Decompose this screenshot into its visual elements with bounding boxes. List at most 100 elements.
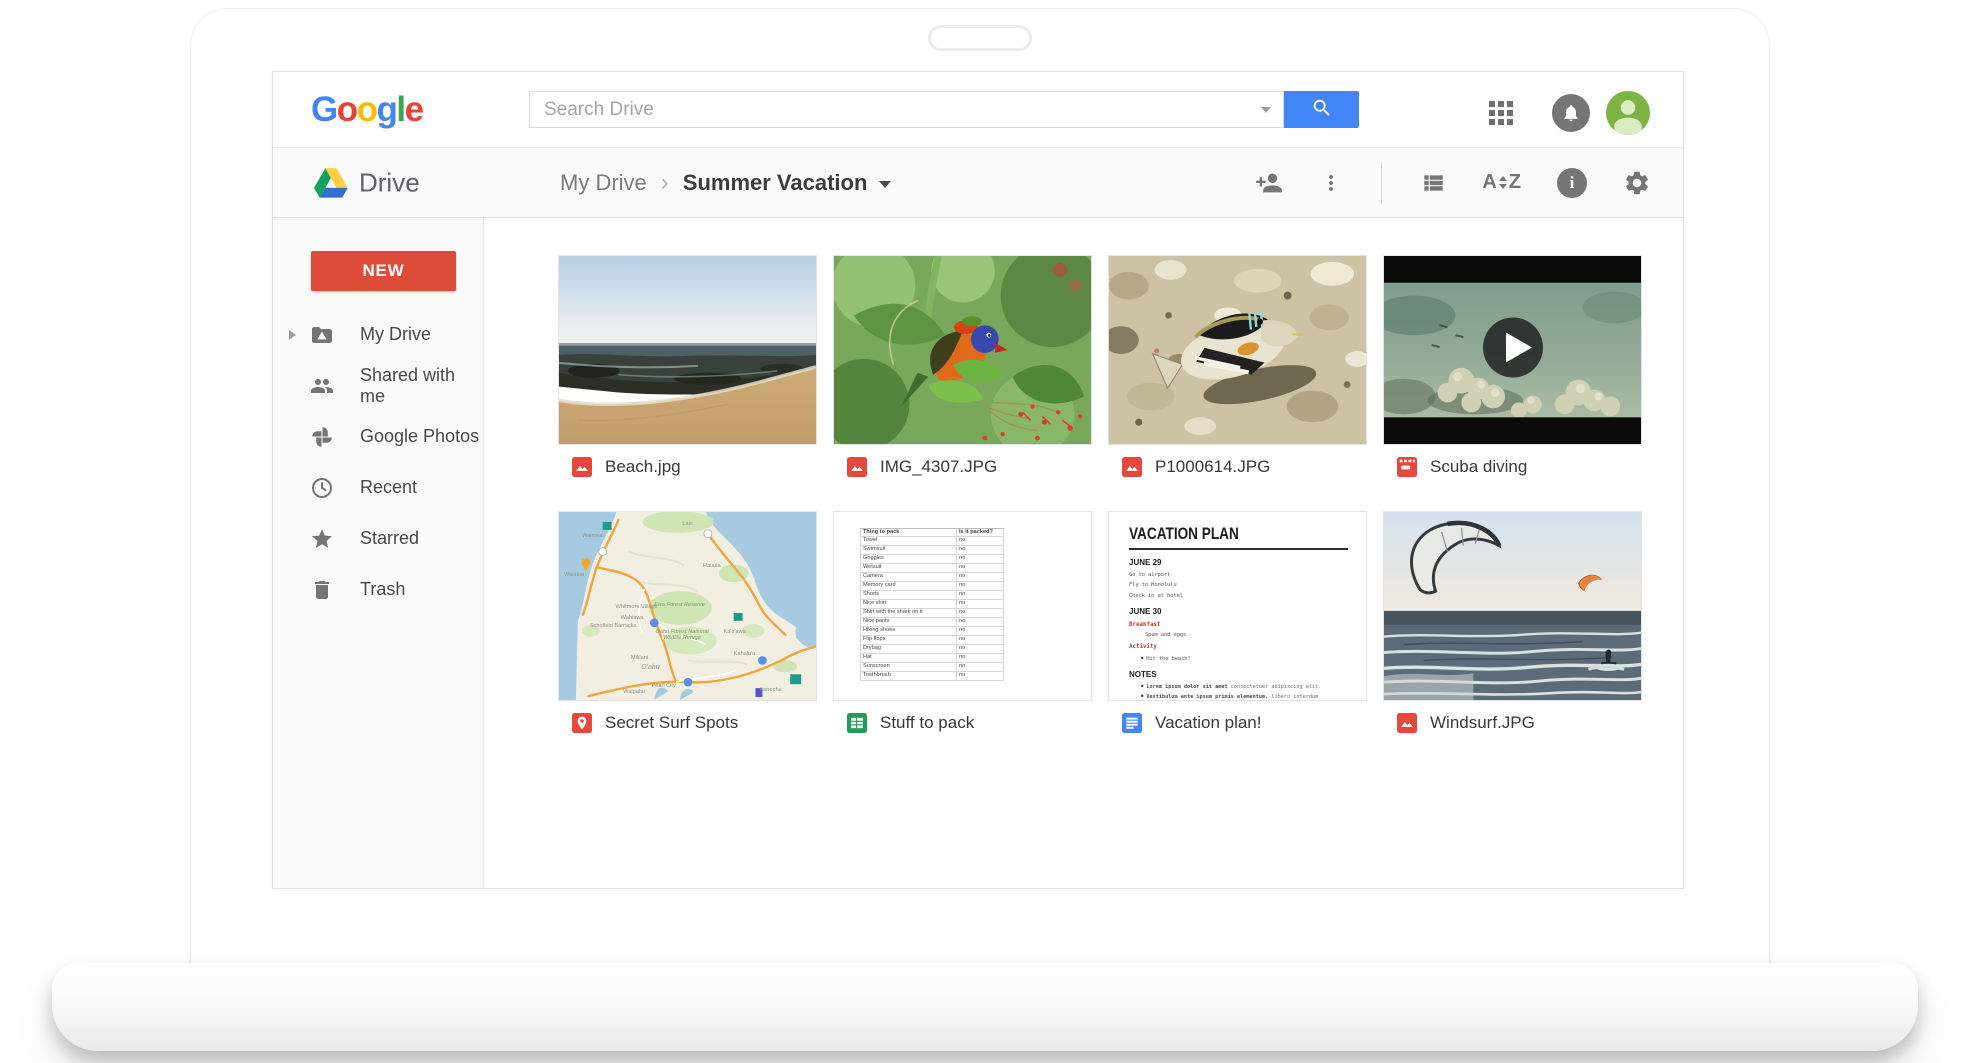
search-input[interactable] xyxy=(530,92,1261,127)
table-row: Hiking shoes no xyxy=(860,627,1004,636)
breadcrumb-current-folder[interactable]: Summer Vacation xyxy=(683,170,868,196)
document-line: Activity xyxy=(1129,644,1348,650)
sidebar-item-starred[interactable]: Starred xyxy=(273,513,483,564)
laptop-base xyxy=(52,963,1918,1051)
folder-menu-caret-icon[interactable] xyxy=(879,181,891,188)
file-tile-stuff-to-pack[interactable]: Thing to pack Is it packed? Towel no xyxy=(833,511,1092,745)
document-line: JUNE 29 xyxy=(1129,558,1348,567)
document-line: NOTES xyxy=(1129,670,1348,679)
table-row: Memory card no xyxy=(860,582,1004,591)
top-header-bar: Google xyxy=(273,72,1683,147)
drive-triangle-logo[interactable] xyxy=(314,168,348,203)
file-thumbnail xyxy=(833,255,1092,445)
file-tile-img-4307[interactable]: IMG_4307.JPG xyxy=(833,255,1092,489)
sidebar-item-label: Shared with me xyxy=(360,365,483,407)
breadcrumb-my-drive[interactable]: My Drive xyxy=(560,170,647,196)
table-row: Sunscreen no xyxy=(860,663,1004,672)
packing-list-table: Thing to pack Is it packed? Towel no xyxy=(860,528,1004,681)
image-file-icon xyxy=(847,457,867,477)
sort-az-icon[interactable]: A Z xyxy=(1482,171,1521,194)
app-name: Drive xyxy=(359,167,420,198)
spreadsheet-preview: Thing to pack Is it packed? Towel no xyxy=(834,512,1091,700)
document-line: Check in at hotel xyxy=(1129,593,1348,599)
sidebar-item-shared-with-me[interactable]: Shared with me xyxy=(273,360,483,411)
file-tile-windsurf[interactable]: Windsurf.JPG xyxy=(1383,511,1642,745)
breadcrumb-separator: › xyxy=(661,169,669,197)
share-person-add-icon[interactable] xyxy=(1255,169,1283,197)
file-thumbnail xyxy=(1383,511,1642,701)
search-options-caret-icon[interactable] xyxy=(1261,107,1271,113)
table-row: Hat no xyxy=(860,654,1004,663)
document-line: Spam and eggs xyxy=(1129,632,1348,638)
file-name: Windsurf.JPG xyxy=(1430,713,1535,733)
column-header: Is it packed? xyxy=(957,530,1003,536)
sidebar-item-label: My Drive xyxy=(360,324,431,345)
account-avatar[interactable] xyxy=(1606,91,1650,135)
notifications-bell-icon[interactable] xyxy=(1552,94,1590,132)
sidebar-item-label: Trash xyxy=(360,579,405,600)
file-name: Beach.jpg xyxy=(605,457,681,477)
document-line: Hit the beach! xyxy=(1129,655,1348,662)
search-box xyxy=(529,91,1284,128)
table-row: Wetsuit no xyxy=(860,564,1004,573)
clock-icon xyxy=(310,476,334,500)
new-button[interactable]: NEW xyxy=(311,251,456,291)
sidebar-item-label: Google Photos xyxy=(360,426,479,447)
apps-grid-icon[interactable] xyxy=(1489,101,1513,125)
gear-settings-icon[interactable] xyxy=(1623,169,1651,197)
table-row: Drybag no xyxy=(860,645,1004,654)
search-icon xyxy=(1311,97,1333,122)
file-name: Stuff to pack xyxy=(880,713,974,733)
table-row: Camera no xyxy=(860,573,1004,582)
document-file-icon xyxy=(1122,713,1142,733)
map-file-icon xyxy=(572,713,592,733)
my-drive-folder-icon xyxy=(310,323,334,347)
sidebar-item-my-drive[interactable]: My Drive xyxy=(273,309,483,360)
file-thumbnail: Thing to pack Is it packed? Towel no xyxy=(833,511,1092,701)
file-tile-p1000614[interactable]: P1000614.JPG xyxy=(1108,255,1367,489)
document-line: Lorem ipsum dolor sit amet consectetuer … xyxy=(1129,683,1334,690)
image-file-icon xyxy=(572,457,592,477)
image-file-icon xyxy=(1397,713,1417,733)
video-file-icon xyxy=(1397,457,1417,477)
table-row: Shorts no xyxy=(860,591,1004,600)
more-options-icon[interactable] xyxy=(1319,171,1343,195)
breadcrumb: My Drive › Summer Vacation xyxy=(560,169,891,197)
file-tile-beach[interactable]: Beach.jpg xyxy=(558,255,817,489)
file-name: IMG_4307.JPG xyxy=(880,457,997,477)
sidebar-item-label: Starred xyxy=(360,528,419,549)
file-tile-vacation-plan[interactable]: VACATION PLAN JUNE 29 Go to airport Fly … xyxy=(1108,511,1367,745)
photos-pinwheel-icon xyxy=(310,425,334,449)
star-icon xyxy=(310,527,334,551)
file-grid-area: Beach.jpg xyxy=(484,218,1683,888)
toolbar-divider xyxy=(1381,162,1382,204)
expand-caret-icon[interactable] xyxy=(289,330,296,340)
table-row: Goggles no xyxy=(860,555,1004,564)
sidebar-item-google-photos[interactable]: Google Photos xyxy=(273,411,483,462)
trash-icon xyxy=(310,578,334,602)
drive-toolbar: Drive My Drive › Summer Vacation A Z xyxy=(273,147,1683,218)
table-row: Towel no xyxy=(860,537,1004,546)
table-row: Toothbrush no xyxy=(860,672,1004,681)
file-thumbnail xyxy=(558,255,817,445)
play-button-icon[interactable] xyxy=(1482,317,1544,384)
table-row: Swimsuit no xyxy=(860,546,1004,555)
table-row: Shirt with the shark on it no xyxy=(860,609,1004,618)
list-view-icon[interactable] xyxy=(1420,170,1446,196)
table-row: Flip flops no xyxy=(860,636,1004,645)
search-button[interactable] xyxy=(1284,91,1359,128)
sidebar-item-recent[interactable]: Recent xyxy=(273,462,483,513)
sidebar-item-trash[interactable]: Trash xyxy=(273,564,483,615)
document-line: Go to airport xyxy=(1129,572,1348,578)
file-thumbnail xyxy=(1383,255,1642,445)
info-details-icon[interactable]: i xyxy=(1557,168,1587,198)
file-tile-scuba-diving[interactable]: Scuba diving xyxy=(1383,255,1642,489)
sidebar: NEW My Drive Shared with me xyxy=(273,218,484,888)
file-tile-secret-surf-spots[interactable]: WaimeaLaieHauulaWaialuaWhitmore VillageW… xyxy=(558,511,817,745)
image-file-icon xyxy=(1122,457,1142,477)
spreadsheet-file-icon xyxy=(847,713,867,733)
file-name: Scuba diving xyxy=(1430,457,1527,477)
drive-window: Google Drive xyxy=(272,71,1684,889)
table-row: Nice shirt no xyxy=(860,600,1004,609)
document-preview: VACATION PLAN JUNE 29 Go to airport Fly … xyxy=(1109,512,1366,700)
